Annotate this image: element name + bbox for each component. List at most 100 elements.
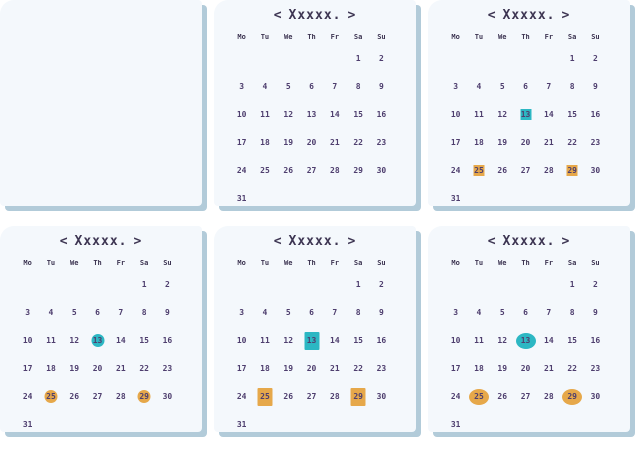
day-cell[interactable]: 27 <box>300 393 323 421</box>
day-cell[interactable]: 23 <box>584 139 607 167</box>
day-cell[interactable]: 28 <box>323 167 346 195</box>
day-cell[interactable]: 20 <box>514 139 537 167</box>
day-cell[interactable]: 21 <box>323 139 346 167</box>
day-cell[interactable]: 10 <box>16 337 39 365</box>
day-cell[interactable]: 13 <box>300 332 323 365</box>
day-cell[interactable]: 28 <box>537 393 560 421</box>
day-cell[interactable]: 19 <box>277 365 300 393</box>
day-cell[interactable]: 4 <box>253 83 276 111</box>
day-cell[interactable]: 7 <box>323 309 346 337</box>
day-cell[interactable]: 17 <box>16 365 39 393</box>
day-cell[interactable]: 23 <box>584 365 607 393</box>
day-cell[interactable]: 19 <box>491 139 514 167</box>
day-cell[interactable]: 1 <box>346 281 369 309</box>
day-cell[interactable]: 17 <box>230 139 253 167</box>
day-cell[interactable]: 1 <box>560 55 583 83</box>
day-cell[interactable]: 7 <box>323 83 346 111</box>
day-cell[interactable]: 9 <box>584 309 607 337</box>
day-cell[interactable]: 12 <box>63 337 86 365</box>
day-cell[interactable]: 8 <box>346 83 369 111</box>
day-cell[interactable]: 23 <box>370 365 393 393</box>
day-cell[interactable]: 8 <box>560 309 583 337</box>
day-cell[interactable]: 25 <box>39 390 62 421</box>
day-cell[interactable]: 5 <box>277 83 300 111</box>
day-cell[interactable]: 28 <box>323 393 346 421</box>
next-month-arrow-icon[interactable]: > <box>347 8 356 23</box>
day-cell[interactable]: 15 <box>560 337 583 365</box>
day-cell[interactable]: 10 <box>230 111 253 139</box>
day-cell[interactable]: 3 <box>230 309 253 337</box>
day-cell[interactable]: 14 <box>537 337 560 365</box>
day-cell[interactable]: 29 <box>560 389 583 421</box>
day-cell[interactable]: 4 <box>253 309 276 337</box>
day-cell[interactable]: 25 <box>253 167 276 195</box>
day-cell[interactable]: 20 <box>514 365 537 393</box>
day-cell[interactable]: 20 <box>300 365 323 393</box>
next-month-arrow-icon[interactable]: > <box>347 234 356 249</box>
day-cell[interactable]: 22 <box>132 365 155 393</box>
day-cell[interactable]: 7 <box>537 83 560 111</box>
day-cell[interactable]: 18 <box>467 139 490 167</box>
day-cell[interactable]: 20 <box>86 365 109 393</box>
day-cell[interactable]: 5 <box>277 309 300 337</box>
day-cell[interactable]: 3 <box>230 83 253 111</box>
day-cell[interactable]: 14 <box>323 111 346 139</box>
day-cell[interactable]: 19 <box>277 139 300 167</box>
day-cell[interactable]: 27 <box>86 393 109 421</box>
day-cell[interactable]: 13 <box>300 111 323 139</box>
day-cell[interactable]: 21 <box>537 365 560 393</box>
day-cell[interactable]: 30 <box>370 167 393 195</box>
day-cell[interactable]: 17 <box>444 139 467 167</box>
day-cell[interactable]: 6 <box>86 309 109 337</box>
day-cell[interactable]: 1 <box>132 281 155 309</box>
day-cell[interactable]: 9 <box>370 309 393 337</box>
day-cell[interactable]: 23 <box>370 139 393 167</box>
day-cell[interactable]: 11 <box>253 111 276 139</box>
day-cell[interactable]: 17 <box>444 365 467 393</box>
next-month-arrow-icon[interactable]: > <box>133 234 142 249</box>
day-cell[interactable]: 14 <box>109 337 132 365</box>
day-cell[interactable]: 23 <box>156 365 179 393</box>
day-cell[interactable]: 7 <box>537 309 560 337</box>
day-cell[interactable]: 12 <box>491 111 514 139</box>
day-cell[interactable]: 19 <box>63 365 86 393</box>
day-cell[interactable]: 2 <box>370 281 393 309</box>
day-cell[interactable]: 2 <box>584 281 607 309</box>
day-cell[interactable]: 12 <box>491 337 514 365</box>
day-cell[interactable]: 15 <box>346 111 369 139</box>
day-cell[interactable]: 30 <box>584 167 607 195</box>
day-cell[interactable]: 15 <box>132 337 155 365</box>
day-cell[interactable]: 5 <box>491 309 514 337</box>
day-cell[interactable]: 24 <box>444 167 467 195</box>
day-cell[interactable]: 1 <box>346 55 369 83</box>
day-cell[interactable]: 4 <box>39 309 62 337</box>
day-cell[interactable]: 26 <box>277 393 300 421</box>
day-cell[interactable]: 10 <box>444 337 467 365</box>
day-cell[interactable]: 4 <box>467 309 490 337</box>
prev-month-arrow-icon[interactable]: < <box>488 234 497 249</box>
day-cell[interactable]: 30 <box>156 393 179 421</box>
next-month-arrow-icon[interactable]: > <box>561 8 570 23</box>
day-cell[interactable]: 1 <box>560 281 583 309</box>
day-cell[interactable]: 16 <box>370 337 393 365</box>
day-cell[interactable]: 12 <box>277 111 300 139</box>
day-cell[interactable]: 16 <box>584 111 607 139</box>
day-cell[interactable]: 24 <box>444 393 467 421</box>
day-cell[interactable]: 18 <box>253 139 276 167</box>
day-cell[interactable]: 7 <box>109 309 132 337</box>
day-cell[interactable]: 11 <box>39 337 62 365</box>
day-cell[interactable]: 6 <box>514 83 537 111</box>
day-cell[interactable]: 2 <box>156 281 179 309</box>
day-cell[interactable]: 21 <box>109 365 132 393</box>
day-cell[interactable]: 30 <box>370 393 393 421</box>
day-cell[interactable]: 29 <box>132 390 155 421</box>
day-cell[interactable]: 2 <box>584 55 607 83</box>
day-cell[interactable]: 8 <box>132 309 155 337</box>
day-cell[interactable]: 19 <box>491 365 514 393</box>
day-cell[interactable]: 22 <box>560 139 583 167</box>
day-cell[interactable]: 4 <box>467 83 490 111</box>
day-cell[interactable]: 12 <box>277 337 300 365</box>
day-cell[interactable]: 28 <box>537 167 560 195</box>
day-cell[interactable]: 29 <box>560 165 583 195</box>
day-cell[interactable]: 16 <box>584 337 607 365</box>
